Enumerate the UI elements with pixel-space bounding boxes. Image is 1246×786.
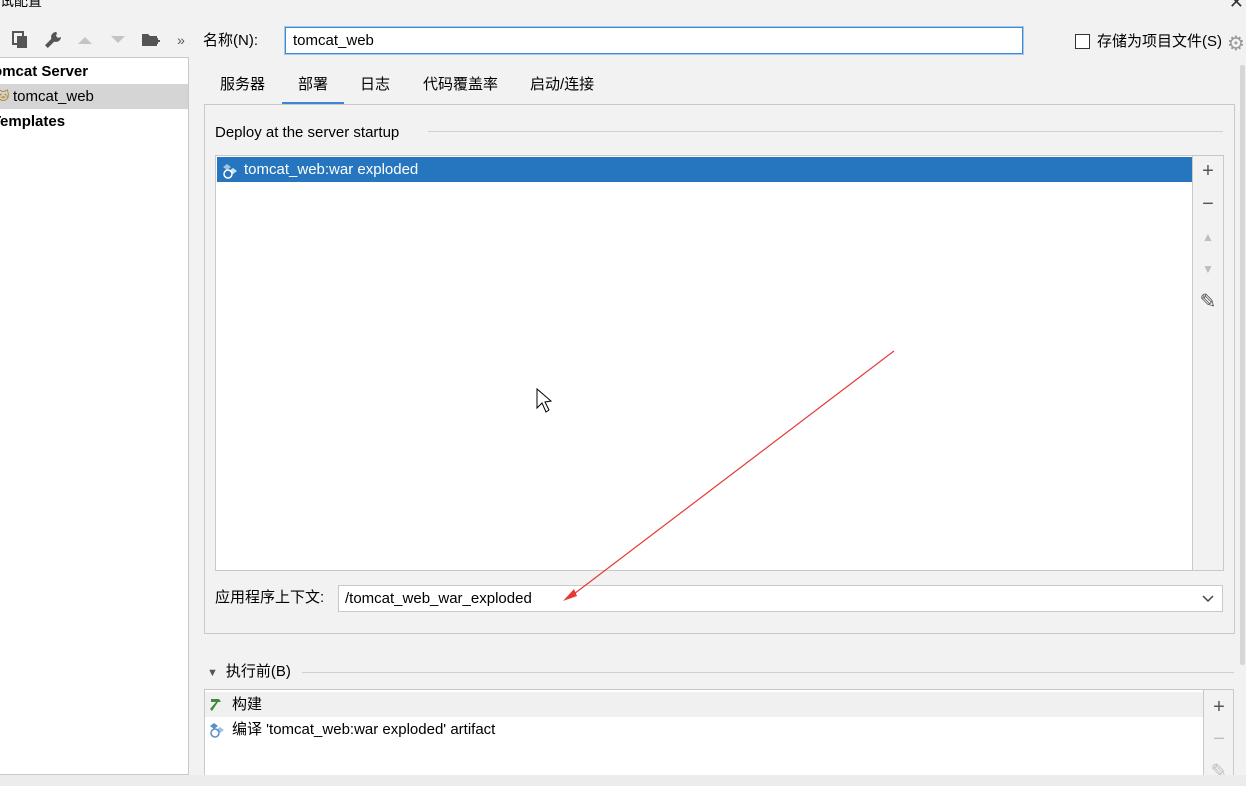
name-input[interactable]: [285, 27, 1023, 54]
edit-icon[interactable]: ✎: [1193, 286, 1223, 316]
config-tree: Tomcat Server 🐱 tomcat_web Templates: [0, 57, 189, 775]
collapse-icon[interactable]: ▼: [207, 667, 218, 679]
tree-item-tomcat-server[interactable]: Tomcat Server: [0, 59, 173, 84]
tab-deployment[interactable]: 部署: [282, 66, 344, 105]
before-launch-label: 执行前(B): [225, 663, 291, 680]
chevron-down-icon[interactable]: [1202, 586, 1214, 611]
store-as-project-label[interactable]: 存储为项目文件(S): [1097, 33, 1222, 51]
remove-icon[interactable]: −: [1204, 724, 1234, 754]
context-label: 应用程序上下文:: [215, 589, 325, 606]
move-up-icon[interactable]: ▲: [1193, 222, 1223, 252]
tab-startup-connection[interactable]: 启动/连接: [516, 66, 608, 105]
tab-logs[interactable]: 日志: [346, 66, 404, 105]
tree-item-tomcat-web[interactable]: 🐱 tomcat_web: [0, 84, 188, 109]
deploy-list[interactable]: tomcat_web:war exploded: [215, 155, 1193, 571]
store-as-project-checkbox[interactable]: [1075, 34, 1090, 49]
copy-icon[interactable]: [9, 29, 31, 51]
remove-icon[interactable]: −: [1193, 189, 1223, 219]
window-title: 调试配置: [0, 0, 42, 9]
tree-item-templates[interactable]: Templates: [0, 109, 180, 134]
tab-code-coverage[interactable]: 代码覆盖率: [409, 66, 512, 105]
list-item[interactable]: tomcat_web:war exploded: [217, 157, 1192, 182]
before-launch-item-label: 构建: [232, 696, 263, 713]
context-combobox[interactable]: /tomcat_web_war_exploded: [338, 585, 1223, 612]
deploy-section-title: Deploy at the server startup: [215, 124, 400, 141]
deploy-item-label: tomcat_web:war exploded: [244, 161, 419, 178]
tree-item-label: tomcat_web: [13, 88, 94, 105]
before-launch-toolbar: + − ✎: [1204, 689, 1234, 783]
gear-icon[interactable]: ⚙: [1227, 31, 1245, 56]
bottom-edge: [0, 775, 1246, 786]
artifact-icon: [222, 162, 238, 187]
list-item[interactable]: 编译 'tomcat_web:war exploded' artifact: [205, 717, 1203, 742]
move-down-icon[interactable]: [107, 29, 129, 51]
list-item[interactable]: 构建: [205, 692, 1203, 717]
section-divider: [302, 672, 1234, 673]
scrollbar[interactable]: [1240, 65, 1245, 665]
more-icon[interactable]: »: [170, 29, 192, 51]
name-label: 名称(N):: [203, 32, 258, 49]
tab-server[interactable]: 服务器: [206, 66, 279, 105]
close-icon[interactable]: ✕: [1229, 0, 1244, 13]
before-launch-item-label: 编译 'tomcat_web:war exploded' artifact: [232, 721, 496, 738]
move-up-icon[interactable]: [74, 29, 96, 51]
before-launch-list[interactable]: 构建 编译 'tomcat_web:war exploded' artifact: [204, 689, 1204, 779]
move-down-icon[interactable]: ▼: [1193, 254, 1223, 284]
section-divider: [428, 131, 1223, 132]
new-folder-icon[interactable]: [140, 29, 162, 51]
deploy-toolbar: + − ▲ ▼ ✎: [1193, 155, 1224, 571]
add-icon[interactable]: +: [1204, 692, 1234, 722]
tomcat-icon: 🐱: [0, 89, 10, 103]
context-value: /tomcat_web_war_exploded: [345, 590, 532, 607]
wrench-icon[interactable]: [42, 29, 64, 51]
before-launch-header[interactable]: ▼ 执行前(B): [207, 662, 291, 683]
artifact-icon: [209, 721, 225, 746]
add-icon[interactable]: +: [1193, 156, 1223, 186]
